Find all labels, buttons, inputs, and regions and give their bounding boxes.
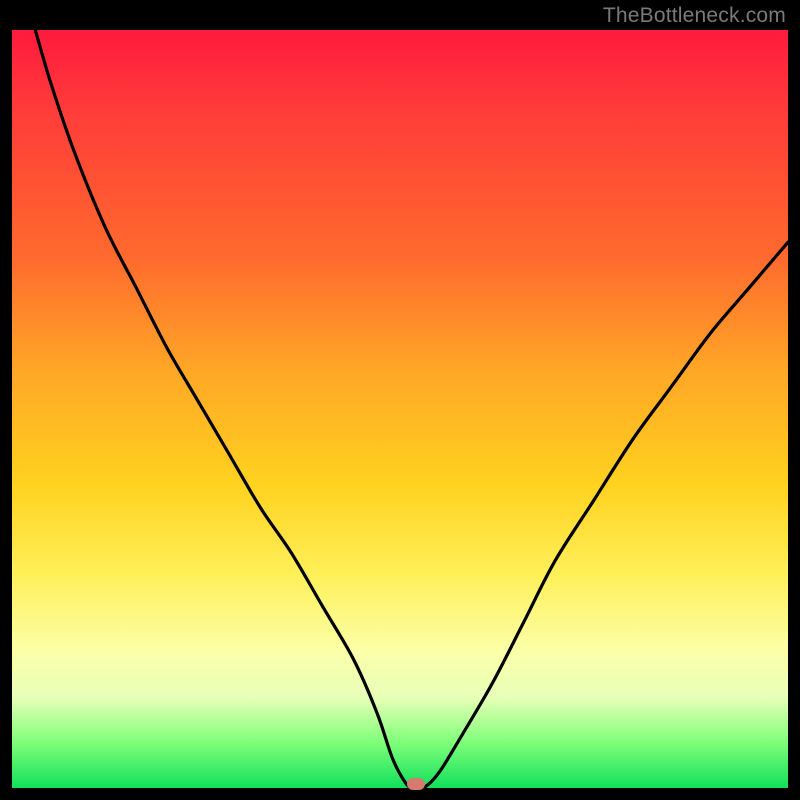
chart-frame: TheBottleneck.com [0, 0, 800, 800]
bottleneck-curve-svg [12, 30, 788, 788]
bottleneck-curve-path [35, 30, 788, 789]
watermark-label: TheBottleneck.com [603, 4, 786, 28]
optimal-point-marker [407, 778, 425, 790]
